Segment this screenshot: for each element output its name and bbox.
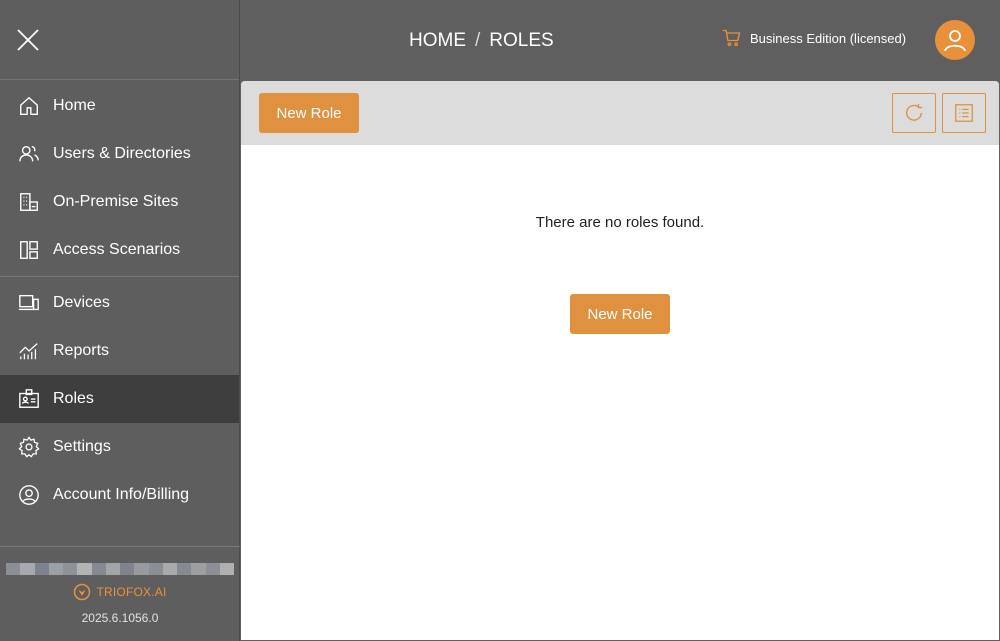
sidebar-item-label: Reports	[53, 342, 110, 359]
sidebar-item-label: Settings	[53, 438, 111, 455]
close-icon[interactable]	[14, 26, 42, 54]
sidebar-header	[0, 0, 239, 80]
list-view-button[interactable]	[942, 93, 986, 133]
edition-link[interactable]: Business Edition (licensed)	[722, 28, 906, 48]
layout-icon	[18, 239, 40, 261]
new-role-button-center[interactable]: New Role	[570, 294, 670, 334]
sidebar-item-devices[interactable]: Devices	[0, 279, 239, 327]
home-icon	[18, 95, 40, 117]
sidebar-item-roles[interactable]: Roles	[0, 375, 239, 423]
sidebar-item-settings[interactable]: Settings	[0, 423, 239, 471]
breadcrumb-home[interactable]: HOME	[409, 30, 466, 52]
triofox-logo-icon	[74, 583, 91, 601]
blurred-content	[6, 563, 234, 575]
empty-state-message: There are no roles found.	[535, 214, 705, 231]
brand-name: TRIOFOX.AI	[96, 585, 167, 599]
refresh-icon	[906, 103, 923, 121]
sidebar-item-users-directories[interactable]: Users & Directories	[0, 130, 239, 178]
toolbar: New Role	[241, 81, 999, 145]
nav-group-primary: Home Users & Directories On-Premise Site…	[0, 80, 239, 277]
avatar[interactable]	[935, 20, 975, 60]
sidebar-item-account-billing[interactable]: Account Info/Billing	[0, 471, 239, 519]
id-badge-icon	[18, 388, 40, 410]
sidebar-item-reports[interactable]: Reports	[0, 327, 239, 375]
sidebar-item-label: Roles	[53, 390, 94, 407]
cart-icon	[722, 29, 741, 47]
reports-icon	[18, 340, 40, 362]
version-number: 2025.6.1056.0	[81, 611, 159, 625]
sidebar-item-label: Devices	[53, 294, 110, 311]
breadcrumb: HOME / ROLES	[409, 30, 554, 52]
sidebar-item-access-scenarios[interactable]: Access Scenarios	[0, 226, 239, 274]
breadcrumb-current: ROLES	[489, 30, 554, 51]
building-icon	[18, 191, 40, 213]
sidebar-item-home[interactable]: Home	[0, 82, 239, 130]
sidebar-item-label: On-Premise Sites	[53, 193, 179, 210]
sidebar-footer: TRIOFOX.AI 2025.6.1056.0	[0, 546, 240, 641]
gear-icon	[18, 436, 40, 458]
breadcrumb-separator: /	[475, 30, 481, 51]
sidebar-item-label: Home	[53, 97, 96, 114]
sidebar-item-label: Access Scenarios	[53, 241, 181, 258]
account-icon	[18, 484, 40, 506]
list-icon	[955, 104, 973, 122]
sidebar-item-on-premise-sites[interactable]: On-Premise Sites	[0, 178, 239, 226]
users-icon	[18, 143, 40, 165]
user-icon	[944, 30, 966, 52]
new-role-button[interactable]: New Role	[259, 93, 359, 133]
devices-icon	[18, 292, 40, 314]
top-header: HOME / ROLES Business Edition (licensed)	[240, 0, 1000, 80]
refresh-button[interactable]	[892, 93, 936, 133]
nav-group-secondary: Devices Reports Roles Settings Account I…	[0, 277, 239, 521]
sidebar: Home Users & Directories On-Premise Site…	[0, 0, 240, 641]
edition-label: Business Edition (licensed)	[750, 30, 907, 46]
sidebar-item-label: Account Info/Billing	[53, 486, 190, 503]
sidebar-item-label: Users & Directories	[53, 145, 191, 162]
main-panel: New Role There are no roles found. New R…	[241, 81, 999, 640]
brand-logo: TRIOFOX.AI	[0, 583, 240, 601]
